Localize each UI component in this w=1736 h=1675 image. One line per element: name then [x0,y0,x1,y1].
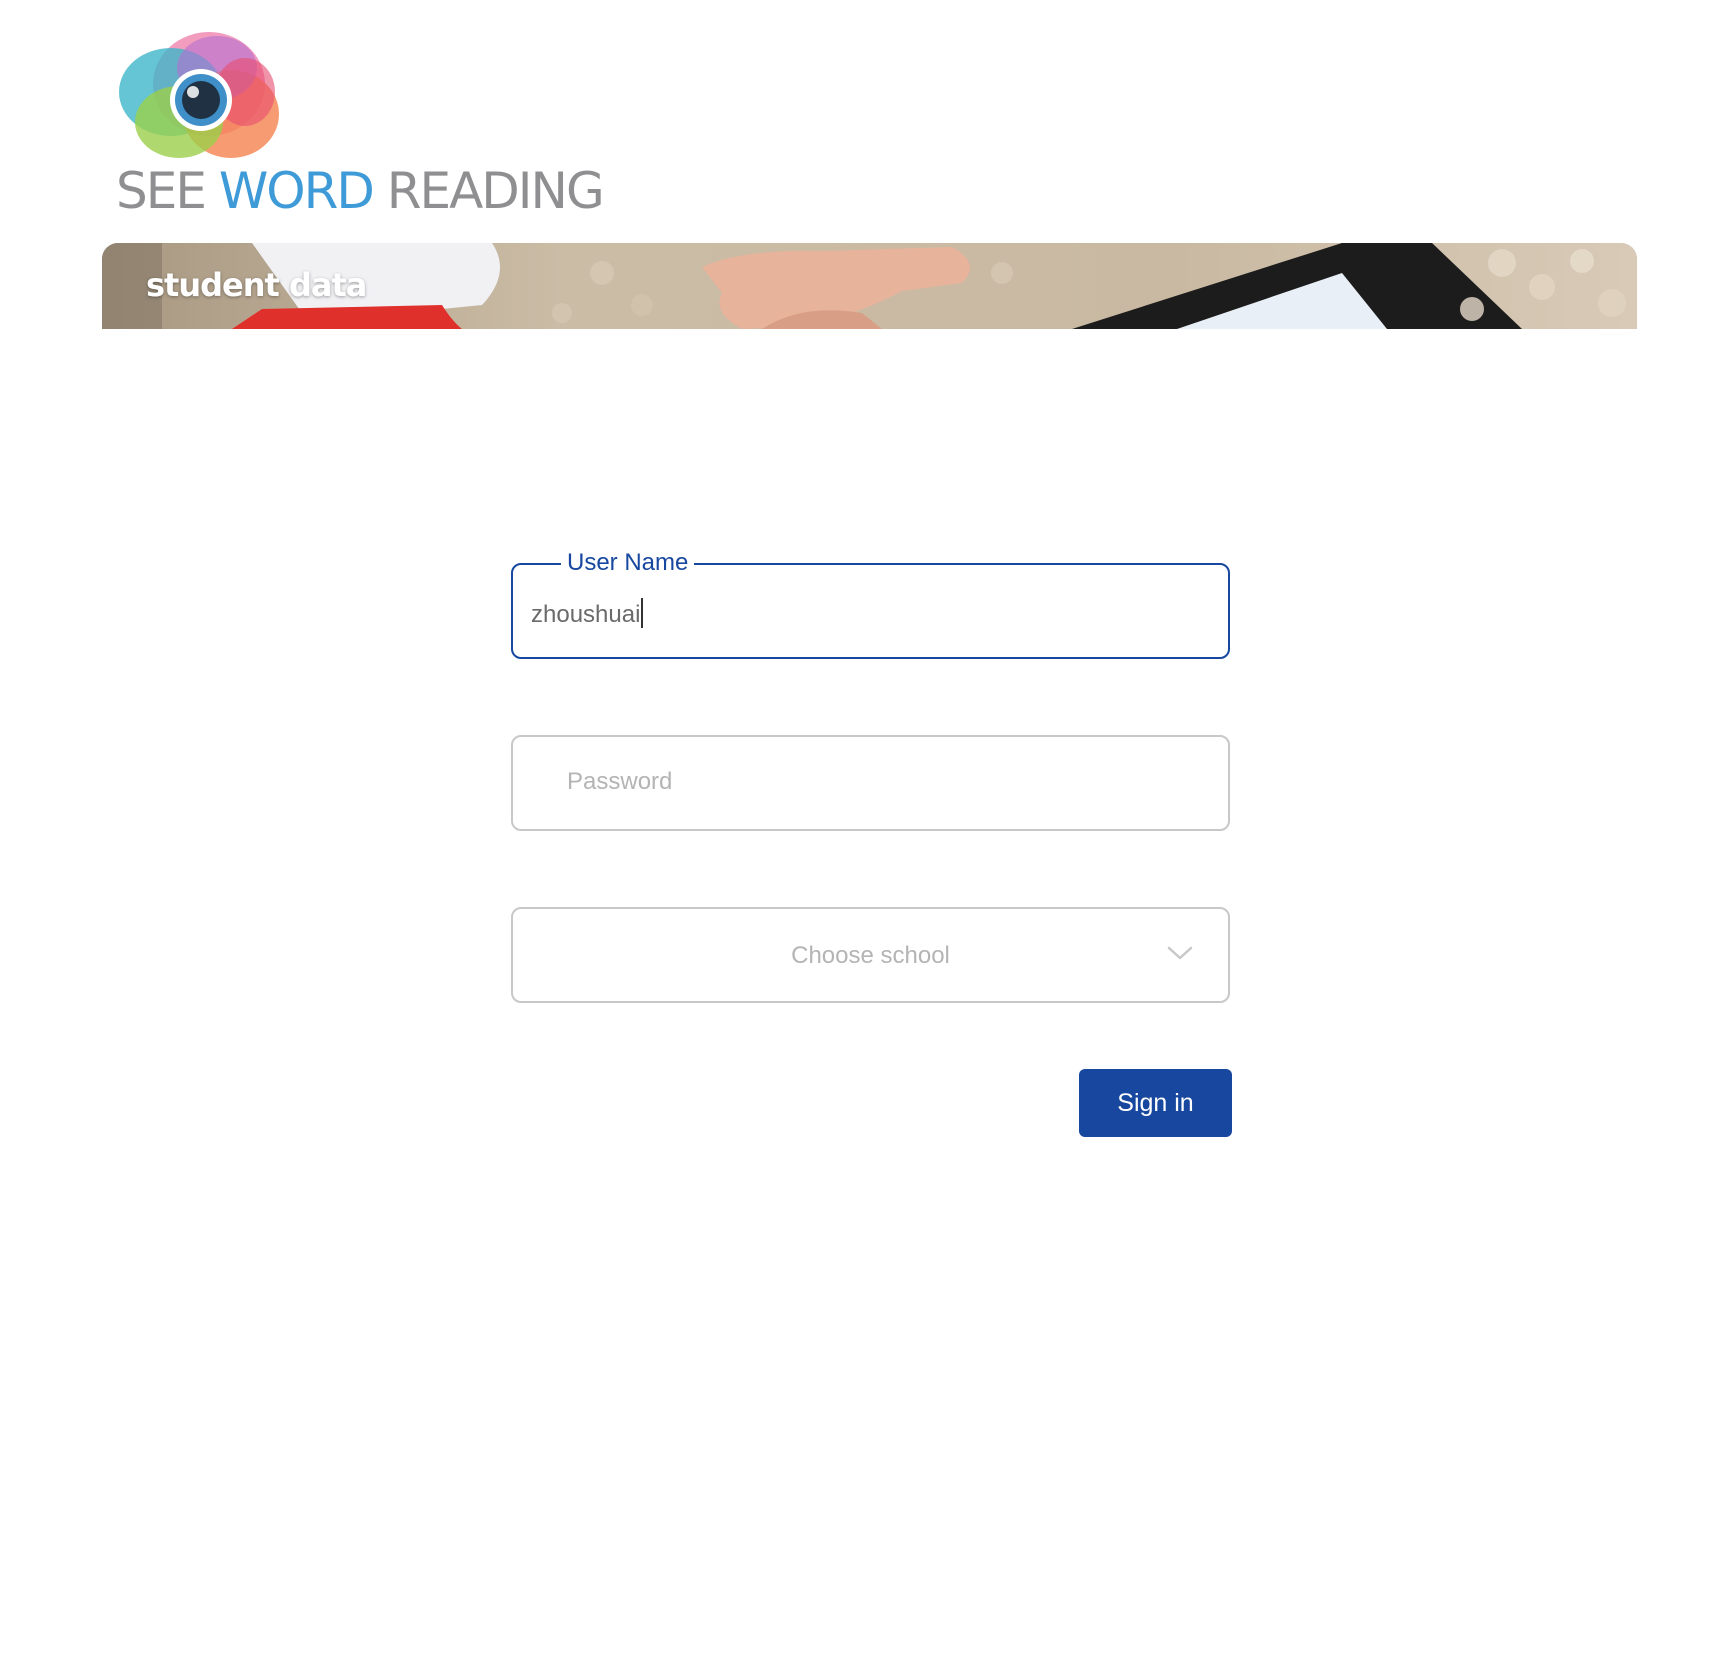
login-page: SEE WORD READING student data User Name … [0,0,1736,1675]
password-placeholder: Password [567,768,673,795]
brand-name-word: WORD [218,162,375,220]
eye-logo-icon [119,32,279,158]
brand-name-see: SEE [116,162,219,220]
username-field[interactable]: User Name zhoushuai [511,549,1230,659]
banner-title: student data [146,266,367,304]
chevron-down-icon[interactable] [1166,943,1194,963]
sign-in-button[interactable]: Sign in [1079,1069,1232,1137]
header-banner: student data [102,243,1637,329]
text-caret [641,598,644,628]
brand-name: SEE WORD READING [116,166,605,216]
school-select[interactable]: Choose school [511,907,1230,1003]
username-label: User Name [561,549,695,577]
username-input[interactable]: zhoushuai [531,598,644,629]
password-field[interactable]: Password [511,735,1230,831]
brand-name-reading: READING [372,162,605,220]
username-value: zhoushuai [531,601,641,628]
school-select-placeholder: Choose school [791,942,950,969]
